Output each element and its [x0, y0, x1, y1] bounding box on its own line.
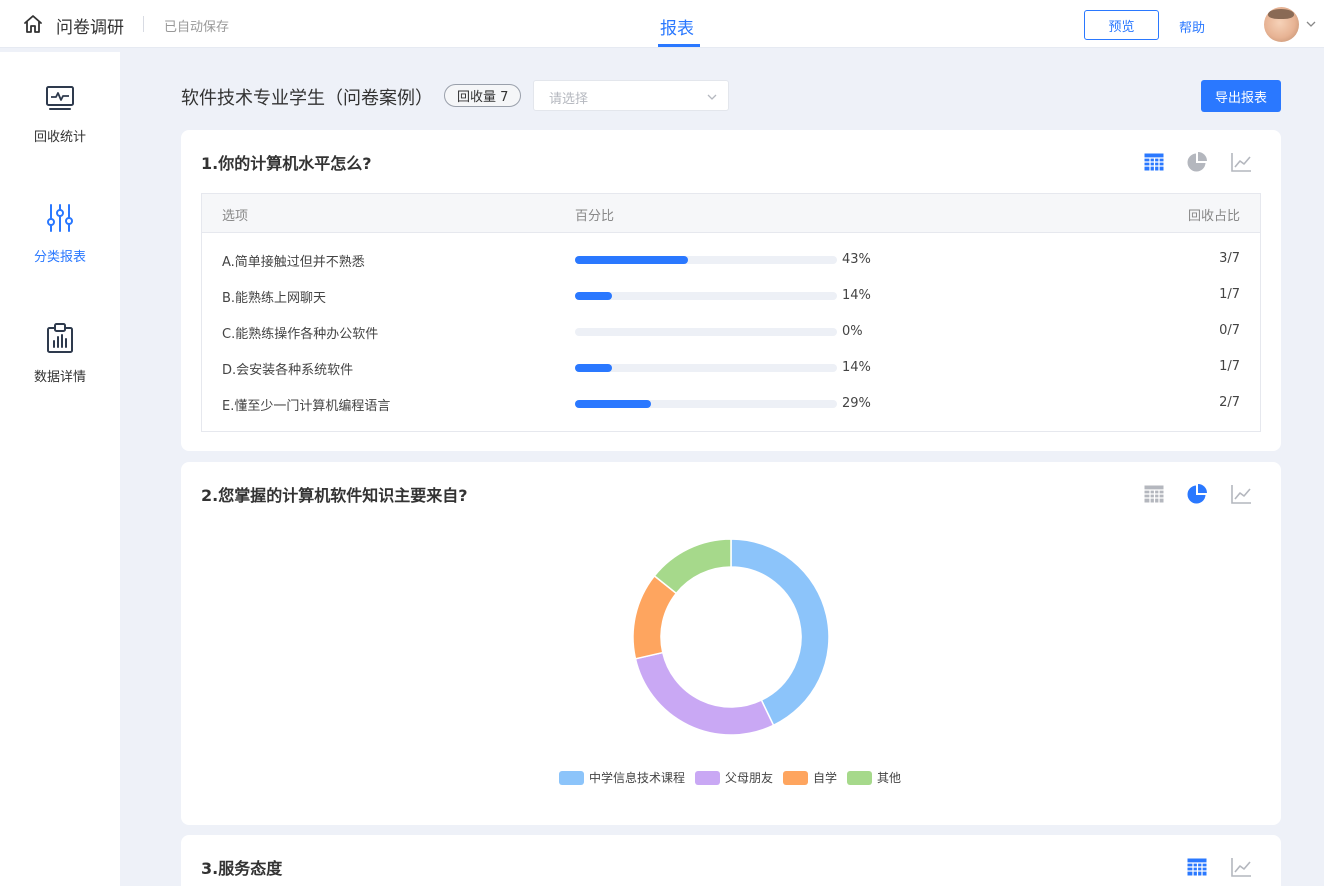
sidebar-item-label: 数据详情	[33, 370, 86, 385]
legend-swatch	[559, 770, 584, 785]
avatar[interactable]	[1264, 7, 1299, 42]
app-title: 问卷调研	[56, 18, 124, 38]
line-view-icon[interactable]	[1230, 856, 1252, 878]
percent-value: 14%	[842, 360, 871, 375]
donut-slice[interactable]	[730, 538, 830, 727]
percent-bar	[575, 256, 837, 264]
table-row: E.懂至少一门计算机编程语言 29% 2/7	[202, 386, 1260, 422]
percent-bar	[575, 328, 837, 336]
percent-value: 0%	[842, 324, 863, 339]
autosave-status: 已自动保存	[164, 20, 230, 35]
line-view-icon[interactable]	[1230, 483, 1252, 505]
table-view-icon[interactable]	[1143, 151, 1165, 173]
question-title: 1.你的计算机水平怎么?	[201, 154, 372, 173]
sidebar-item-category-report[interactable]: 分类报表	[0, 202, 120, 282]
question-card: 2.您掌握的计算机软件知识主要来自? 中学信息技术课程 父母朋友 自学 其他	[181, 462, 1281, 825]
legend-item[interactable]: 自学	[783, 769, 837, 786]
tab-report[interactable]: 报表	[660, 14, 694, 39]
question-title: 3.服务态度	[201, 859, 283, 878]
divider	[143, 16, 144, 32]
legend-label: 其他	[877, 771, 902, 785]
help-link[interactable]: 帮助	[1179, 17, 1205, 36]
legend-swatch	[695, 770, 721, 785]
pie-view-icon[interactable]	[1186, 483, 1208, 505]
chevron-down-icon[interactable]	[1305, 18, 1317, 30]
sidebar-item-recovery-stats[interactable]: 回收统计	[0, 82, 120, 162]
table-view-icon[interactable]	[1186, 856, 1208, 878]
response-count-badge: 回收量 7	[444, 84, 522, 107]
legend-label: 中学信息技术课程	[589, 771, 686, 785]
sliders-icon	[47, 204, 73, 232]
percent-bar-fill	[575, 364, 612, 372]
clipboard-chart-icon	[47, 323, 73, 353]
ratio-value: 0/7	[1219, 323, 1240, 338]
legend-swatch	[847, 770, 873, 785]
option-label: E.懂至少一门计算机编程语言	[222, 399, 391, 414]
legend-item[interactable]: 父母朋友	[695, 769, 773, 786]
percent-value: 29%	[842, 396, 871, 411]
question-card: 3.服务态度	[181, 835, 1281, 886]
line-view-icon[interactable]	[1230, 151, 1252, 173]
question-card: 1.你的计算机水平怎么? 选项 百分比 回收占比 A.简单接触过但并不熟悉 43…	[181, 130, 1281, 451]
ratio-value: 1/7	[1219, 287, 1240, 302]
legend-label: 自学	[813, 771, 838, 785]
table-row: A.简单接触过但并不熟悉 43% 3/7	[202, 242, 1260, 278]
column-header-option: 选项	[222, 209, 249, 224]
column-header-ratio: 回收占比	[1187, 209, 1240, 224]
pie-view-icon[interactable]	[1186, 151, 1208, 173]
legend-swatch	[783, 770, 809, 785]
chevron-down-icon	[707, 94, 717, 100]
export-report-button[interactable]: 导出报表	[1201, 80, 1281, 112]
percent-bar-fill	[575, 256, 688, 264]
option-label: D.会安装各种系统软件	[222, 363, 354, 378]
table-row: B.能熟练上网聊天 14% 1/7	[202, 278, 1260, 314]
table-row: D.会安装各种系统软件 14% 1/7	[202, 350, 1260, 386]
ratio-value: 2/7	[1219, 395, 1240, 410]
preview-button[interactable]: 预览	[1084, 10, 1159, 40]
stats-table: 选项 百分比 回收占比 A.简单接触过但并不熟悉 43% 3/7 B.能熟练上网…	[201, 193, 1261, 432]
legend-item[interactable]: 中学信息技术课程	[559, 769, 685, 786]
percent-bar	[575, 292, 837, 300]
option-label: C.能熟练操作各种办公软件	[222, 327, 379, 342]
table-view-icon[interactable]	[1143, 483, 1165, 505]
donut-slice[interactable]	[653, 538, 732, 595]
select-placeholder: 请选择	[549, 92, 589, 107]
tab-active-indicator	[658, 44, 700, 47]
table-header: 选项 百分比 回收占比	[202, 194, 1260, 233]
option-label: B.能熟练上网聊天	[222, 291, 327, 306]
percent-bar-fill	[575, 400, 651, 408]
donut-chart	[632, 538, 830, 736]
percent-bar	[575, 364, 837, 372]
sidebar-item-label: 回收统计	[33, 130, 86, 145]
sidebar-item-data-detail[interactable]: 数据详情	[0, 322, 120, 402]
chart-legend: 中学信息技术课程 父母朋友 自学 其他	[559, 769, 911, 786]
sidebar: 回收统计 分类报表 数据详情	[0, 52, 120, 886]
sidebar-item-label: 分类报表	[33, 250, 86, 265]
donut-slice[interactable]	[634, 651, 775, 736]
ratio-value: 1/7	[1219, 359, 1240, 374]
survey-title: 软件技术专业学生（问卷案例）	[181, 88, 433, 109]
home-icon[interactable]	[22, 13, 44, 35]
percent-value: 43%	[842, 252, 871, 267]
ratio-value: 3/7	[1219, 251, 1240, 266]
question-title: 2.您掌握的计算机软件知识主要来自?	[201, 486, 468, 505]
filter-select[interactable]: 请选择	[533, 80, 729, 111]
table-row: C.能熟练操作各种办公软件 0% 0/7	[202, 314, 1260, 350]
column-header-percent: 百分比	[575, 209, 615, 224]
option-label: A.简单接触过但并不熟悉	[222, 255, 365, 270]
monitor-pulse-icon	[46, 86, 74, 110]
percent-bar-fill	[575, 292, 612, 300]
legend-item[interactable]: 其他	[847, 769, 901, 786]
legend-label: 父母朋友	[725, 771, 774, 785]
percent-bar	[575, 400, 837, 408]
top-bar: 问卷调研 已自动保存 报表 预览 帮助	[0, 0, 1324, 48]
percent-value: 14%	[842, 288, 871, 303]
